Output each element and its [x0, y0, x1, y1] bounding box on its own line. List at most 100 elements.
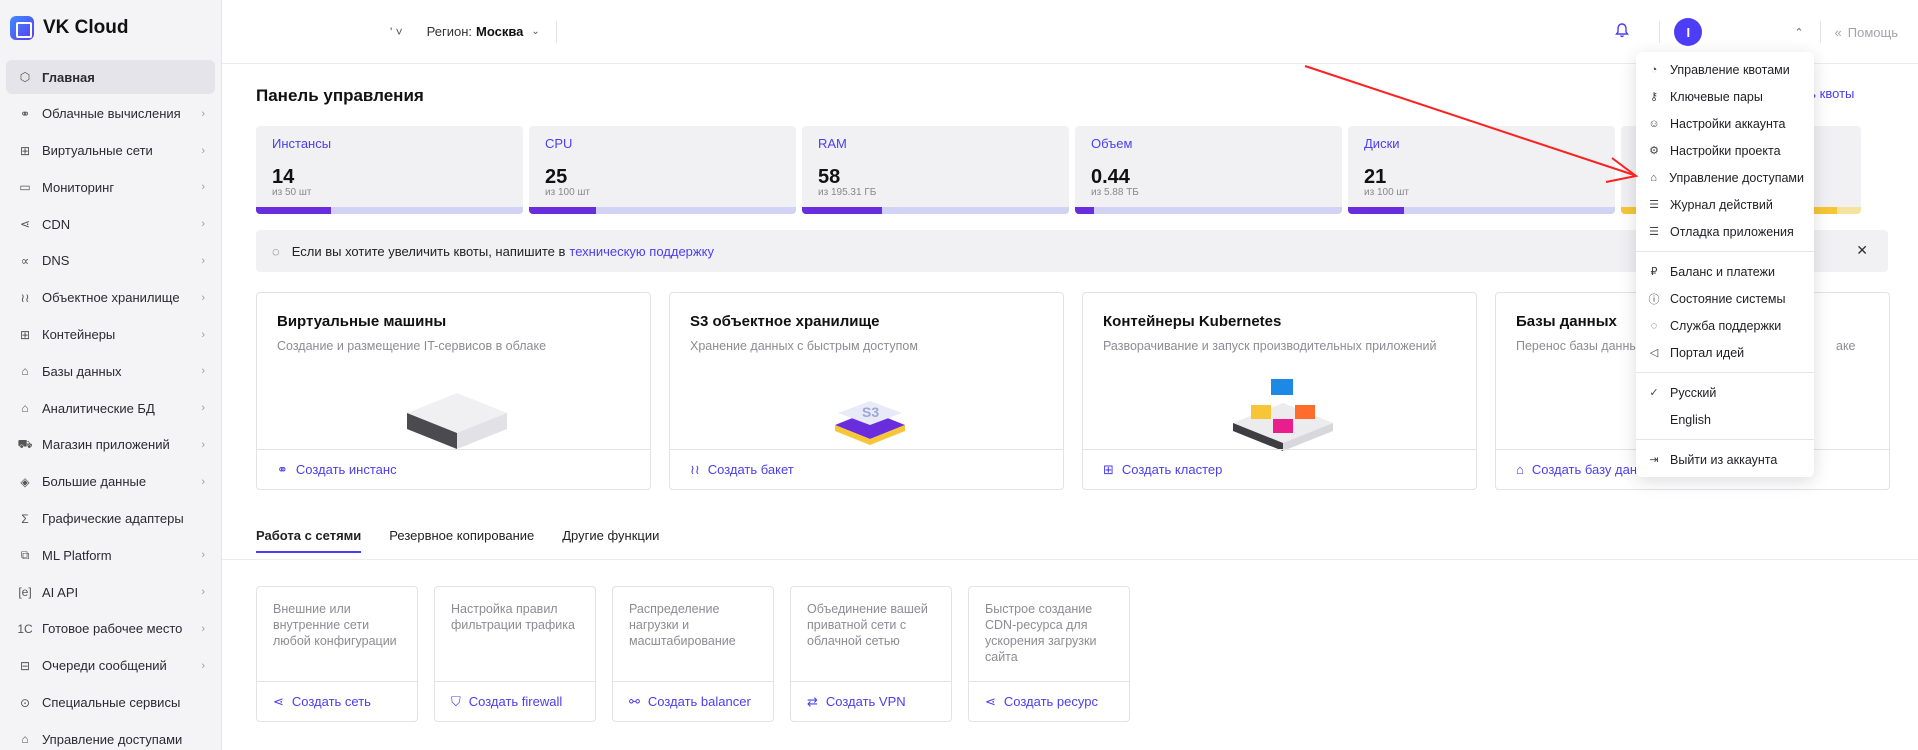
menu-item[interactable]: English — [1636, 406, 1814, 433]
menu-item[interactable]: ⌂ Управление доступами — [1636, 164, 1814, 191]
sidebar-item-ai-api[interactable]: [e] AI API › — [6, 575, 215, 609]
sidebar-item-label: Мониторинг — [42, 179, 115, 195]
menu-item[interactable]: ☰ Отладка приложения — [1636, 218, 1814, 245]
chevron-up-icon[interactable]: ⌃ — [1794, 26, 1803, 39]
network-card[interactable]: Распределение нагрузки и масштабирование… — [612, 586, 774, 722]
tab-0[interactable]: Работа с сетями — [256, 528, 362, 553]
quota-progress-fill — [529, 207, 596, 214]
sidebar-item-cloud-compute[interactable]: ⚭ Облачные вычисления › — [6, 97, 215, 131]
service-card-action[interactable]: ≀≀ Создать бакет — [670, 449, 1063, 489]
chevron-right-icon: › — [201, 291, 205, 304]
menu-item[interactable]: ◔ Управление квотами — [1636, 56, 1814, 83]
menu-item-label: English — [1670, 412, 1711, 427]
sidebar-item-database[interactable]: ⌂ Базы данных › — [6, 354, 215, 388]
sidebar-item-monitoring[interactable]: ▭ Мониторинг › — [6, 170, 215, 204]
containers-icon: ⊞ — [19, 327, 31, 342]
menu-item[interactable]: ⚙ Настройки проекта — [1636, 137, 1814, 164]
menu-item[interactable]: ⚷ Ключевые пары — [1636, 83, 1814, 110]
double-chevron-left-icon: « — [1834, 24, 1842, 40]
service-card[interactable]: Контейнеры Kubernetes Разворачивание и за… — [1082, 292, 1477, 490]
sidebar-item-label: Готовое рабочее место — [42, 621, 183, 637]
sidebar-item-label: Аналитические БД — [42, 400, 155, 416]
notice-text: Если вы хотите увеличить квоты, напишите… — [291, 243, 566, 259]
help-button[interactable]: « Помощь — [1835, 25, 1898, 40]
chevron-right-icon: › — [201, 659, 205, 672]
sidebar-item-storage[interactable]: ≀≀ Объектное хранилище › — [6, 281, 215, 315]
service-card-illustration: S3 — [800, 373, 940, 451]
region-selector[interactable]: Регион: Москва ⌄ — [427, 20, 557, 43]
quota-name[interactable]: CPU — [545, 136, 572, 151]
sidebar-item-big-data[interactable]: ◈ Большие данные › — [6, 465, 215, 499]
sidebar-item-dns[interactable]: ∝ DNS › — [6, 244, 215, 278]
sidebar-item-label: Специальные сервисы — [42, 695, 181, 711]
network-card[interactable]: Быстрое создание CDN-ресурса для ускорен… — [968, 586, 1130, 722]
network-card-action[interactable]: ⋖ Создать сеть — [257, 681, 417, 721]
network-card[interactable]: Объединение вашей приватной сети с облач… — [790, 586, 952, 722]
sidebar-item-label: Облачные вычисления — [42, 106, 181, 122]
tab-2[interactable]: Другие функции — [562, 528, 659, 553]
service-card-action-label: Создать инстанс — [295, 462, 397, 477]
network-card[interactable]: Внешние или внутренние сети любой конфиг… — [256, 586, 418, 722]
network-card-action[interactable]: ⚯ Создать balancer — [613, 681, 773, 721]
quota-name[interactable]: Диски — [1364, 136, 1400, 151]
support-link[interactable]: техническую поддержку — [569, 244, 714, 259]
service-card[interactable]: Виртуальные машины Создание и размещение … — [256, 292, 651, 490]
bucket-icon: ≀≀ — [690, 461, 700, 477]
project-selector[interactable]: ' ˅ — [390, 25, 403, 39]
network-card-action[interactable]: ⋖ Создать ресурс — [969, 681, 1129, 721]
topbar-divider — [1659, 21, 1661, 43]
sidebar-item-cdn[interactable]: ⋖ CDN › — [6, 207, 215, 241]
menu-item[interactable]: ◁ Портал идей — [1636, 339, 1814, 366]
balancer-icon: ⚯ — [629, 693, 640, 709]
menu-item-label: Управление квотами — [1670, 62, 1790, 77]
bell-icon[interactable] — [1615, 22, 1635, 42]
tab-1[interactable]: Резервное копирование — [389, 528, 534, 553]
menu-item[interactable]: ☰ Журнал действий — [1636, 191, 1814, 218]
network-card[interactable]: Настройка правил фильтрации трафика ⛉ Созд… — [434, 586, 596, 722]
sidebar-item-containers[interactable]: ⊞ Контейнеры › — [6, 318, 215, 352]
message-queue-icon: ⊟ — [19, 658, 31, 673]
network-card-description: Настройка правил фильтрации трафика — [451, 602, 575, 632]
menu-item[interactable]: ◌ Служба поддержки — [1636, 312, 1814, 339]
sidebar-item-analytics-db[interactable]: ⌂ Аналитические БД › — [6, 391, 215, 425]
sidebar-item-message-queue[interactable]: ⊟ Очереди сообщений › — [6, 649, 215, 683]
sidebar-item-network[interactable]: ⊞ Виртуальные сети › — [6, 134, 215, 168]
quota-name[interactable]: Объем — [1091, 136, 1132, 151]
sidebar-item-label: Виртуальные сети — [42, 143, 153, 159]
avatar[interactable]: I — [1674, 18, 1703, 46]
service-card[interactable]: S3 объектное хранилище Хранение данных с … — [669, 292, 1064, 490]
menu-item[interactable]: ⓘ Состояние системы — [1636, 285, 1814, 312]
chevron-right-icon: › — [201, 144, 205, 157]
chevron-down-icon: ⌄ — [531, 26, 540, 37]
quota-value: 21 — [1364, 166, 1387, 188]
menu-item[interactable]: ₽ Баланс и платежи — [1636, 258, 1814, 285]
sidebar-item-access[interactable]: ⌂ Управление доступами — [6, 722, 215, 750]
sidebar-item-special-services[interactable]: ⊙ Специальные сервисы — [6, 686, 215, 720]
sidebar-item-app-store[interactable]: ⛟ Магазин приложений › — [6, 428, 215, 462]
quota-name[interactable]: RAM — [818, 136, 847, 151]
sidebar-item-label: AI API — [42, 584, 79, 600]
service-card-description: Разворачивание и запуск производительных… — [1103, 339, 1437, 353]
user-menu-dropdown: ◔ Управление квотами ⚷ Ключевые пары ☺ Настро… — [1636, 52, 1814, 477]
sidebar-item-cube[interactable]: ⬡ Главная — [6, 60, 215, 94]
brand-logo[interactable]: VK Cloud — [0, 0, 221, 56]
service-card-action[interactable]: ⊞ Создать кластер — [1083, 449, 1476, 489]
menu-item[interactable]: ⇥ Выйти из аккаунта — [1636, 446, 1814, 473]
menu-item[interactable]: ✓ Русский — [1636, 379, 1814, 406]
service-card-title: Базы данных — [1516, 313, 1617, 330]
network-card-action[interactable]: ⇄ Создать VPN — [791, 681, 951, 721]
menu-item-label: Баланс и платежи — [1670, 264, 1775, 279]
service-card-description: Хранение данных с быстрым доступом — [690, 339, 918, 353]
menu-item-label: Журнал действий — [1670, 197, 1773, 212]
quota-name[interactable]: Инстансы — [272, 136, 331, 151]
menu-item[interactable]: ☺ Настройки аккаунта — [1636, 110, 1814, 137]
network-card-action[interactable]: ⛉ Создать firewall — [435, 681, 595, 721]
sidebar-item-gpu[interactable]: Σ Графические адаптеры — [6, 502, 215, 536]
sidebar-item-workplace[interactable]: 1C Готовое рабочее место › — [6, 612, 215, 646]
network-cards: Внешние или внутренние сети любой конфиг… — [256, 586, 1130, 722]
sidebar-item-ml-platform[interactable]: ⧉ ML Platform › — [6, 538, 215, 572]
network-icon: ⊞ — [19, 143, 31, 158]
close-icon[interactable]: ✕ — [1856, 242, 1868, 259]
service-card-action[interactable]: ⚭ Создать инстанс — [257, 449, 650, 489]
network-card-action-label: Создать ресурс — [1003, 694, 1098, 709]
